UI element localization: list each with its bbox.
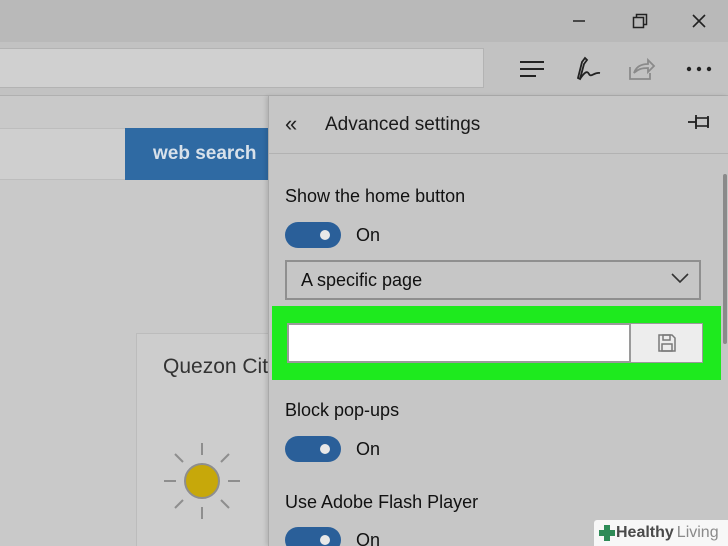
panel-title: Advanced settings [325, 114, 481, 135]
hub-icon [520, 61, 544, 77]
share-icon [629, 57, 656, 80]
highlight-box [272, 306, 721, 380]
minimize-button[interactable] [550, 0, 608, 42]
flash-toggle[interactable] [285, 527, 341, 546]
share-button[interactable] [622, 50, 662, 88]
browser-toolbar [0, 42, 728, 96]
panel-scrollbar[interactable] [723, 174, 727, 344]
home-page-dropdown[interactable]: A specific page [285, 260, 701, 300]
save-icon [657, 334, 676, 352]
close-icon [692, 14, 706, 28]
close-button[interactable] [670, 0, 728, 42]
popups-label: Block pop-ups [285, 400, 400, 420]
more-button[interactable] [679, 50, 719, 88]
popups-toggle[interactable] [285, 436, 341, 462]
flash-toggle-state: On [356, 530, 381, 546]
web-note-icon [576, 56, 601, 81]
back-button[interactable]: « [285, 112, 307, 136]
toggle-knob [320, 535, 330, 545]
home-button-toggle-state: On [356, 225, 381, 245]
chevron-down-icon [671, 273, 689, 284]
pin-button[interactable] [687, 112, 715, 136]
hub-button[interactable] [512, 50, 552, 88]
watermark-brand-b: Living [676, 524, 719, 541]
sunny-icon [164, 443, 240, 519]
advanced-settings-panel: « Advanced settings Show the home button… [268, 96, 728, 546]
web-search-label: web search [153, 143, 257, 164]
address-bar[interactable] [0, 48, 484, 88]
toggle-knob [320, 230, 330, 240]
weather-city: Quezon City [163, 355, 269, 378]
more-icon [686, 66, 712, 72]
home-button-label: Show the home button [285, 186, 466, 206]
home-button-toggle[interactable] [285, 222, 341, 248]
title-bar [0, 0, 728, 42]
plus-logo-icon [599, 525, 615, 541]
flash-label: Use Adobe Flash Player [285, 492, 479, 512]
panel-header: « Advanced settings [269, 96, 728, 154]
restore-icon [632, 13, 648, 29]
minimize-icon [573, 20, 585, 22]
watermark-brand-a: Healthy [616, 524, 674, 541]
pin-icon [688, 115, 709, 129]
watermark: Healthy Living [594, 520, 728, 546]
search-input[interactable] [0, 128, 126, 180]
back-icon: « [285, 111, 298, 136]
restore-button[interactable] [611, 0, 669, 42]
home-url-input[interactable] [287, 323, 631, 363]
dropdown-value: A specific page [301, 270, 423, 290]
web-search-button[interactable]: web search [125, 128, 275, 180]
toggle-knob [320, 444, 330, 454]
popups-toggle-state: On [356, 439, 381, 459]
web-note-button[interactable] [568, 50, 608, 88]
save-button[interactable] [631, 323, 703, 363]
